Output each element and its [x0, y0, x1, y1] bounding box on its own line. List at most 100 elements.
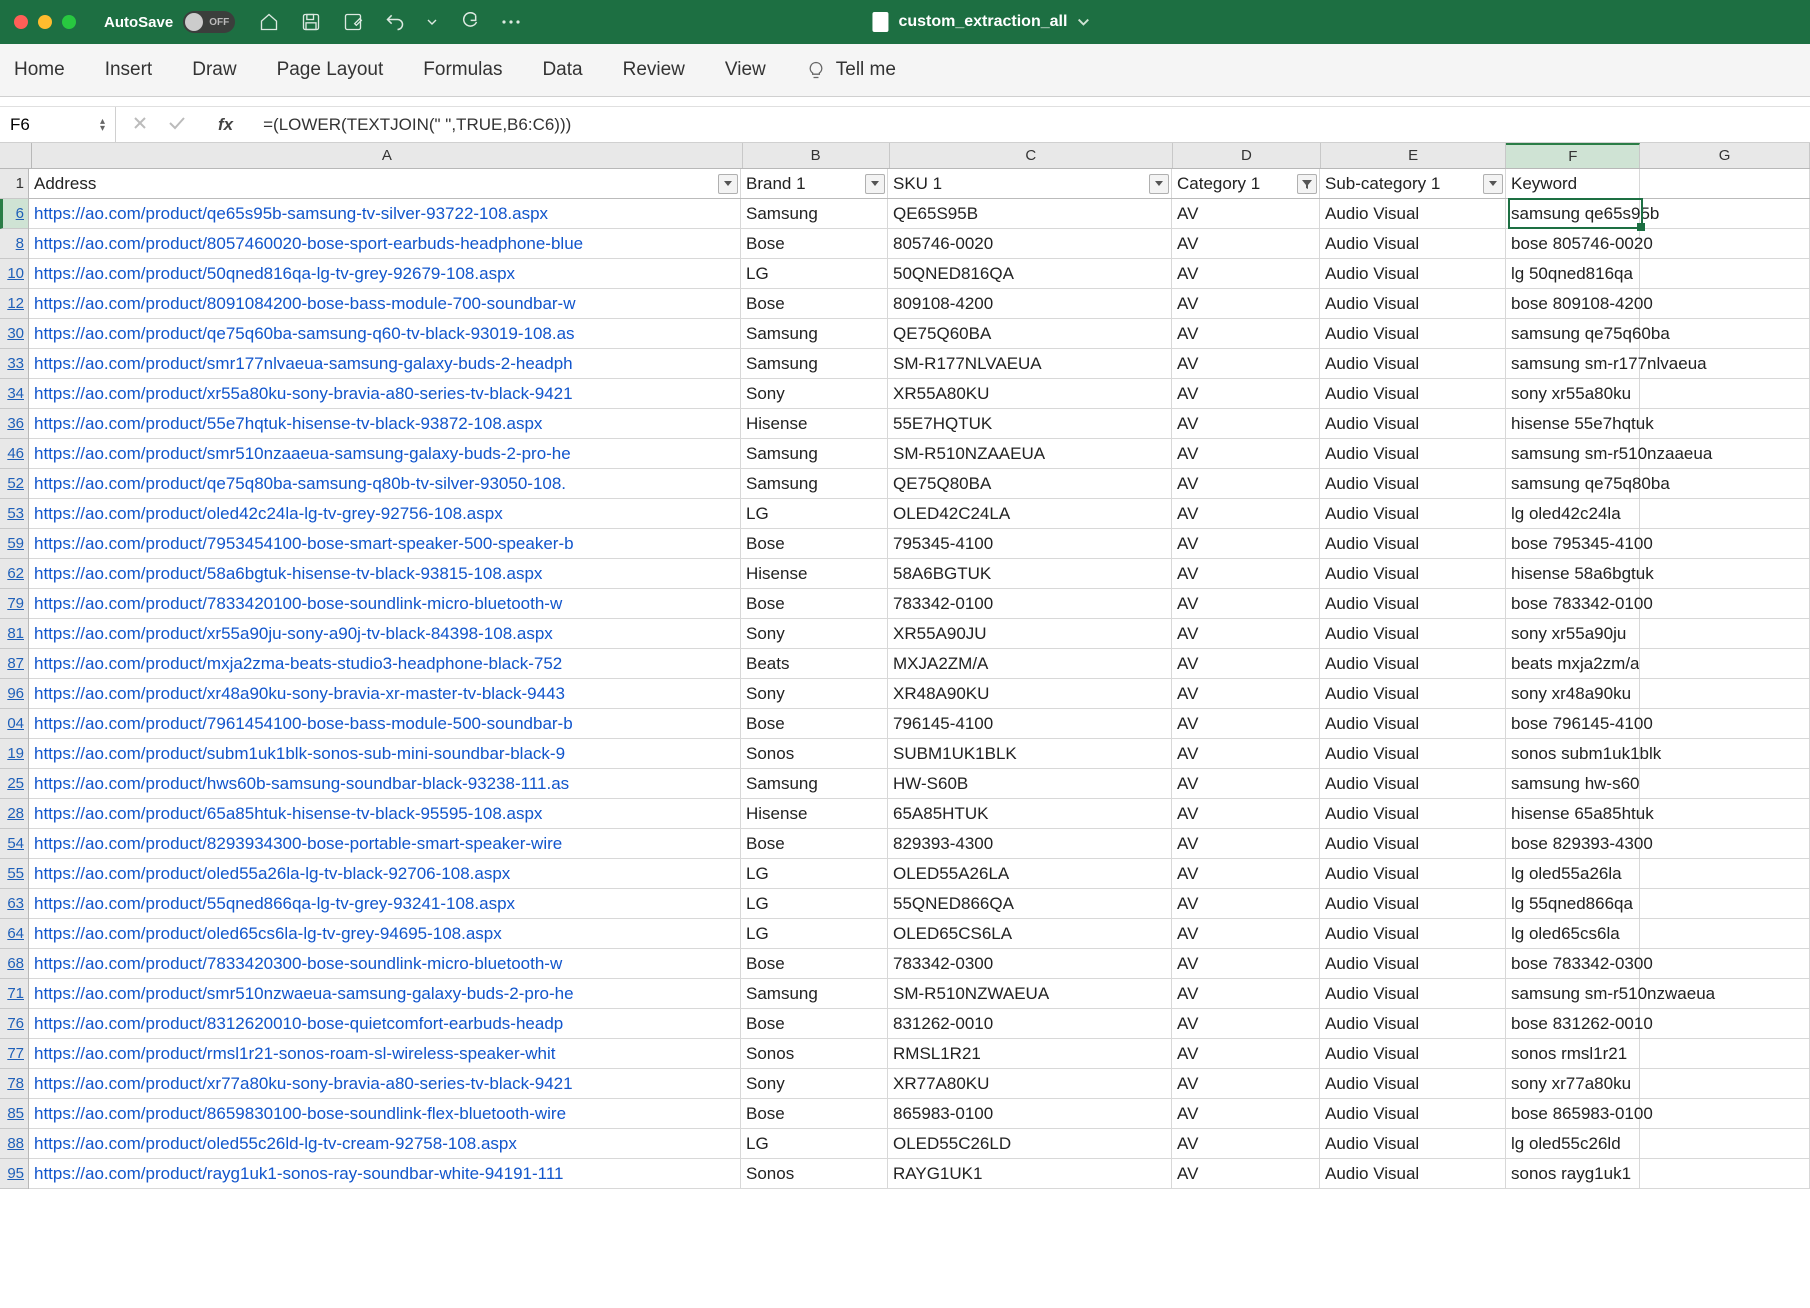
cell-category[interactable]: AV: [1172, 1159, 1320, 1188]
cell-sku[interactable]: 795345-4100: [888, 529, 1172, 558]
cell-address[interactable]: https://ao.com/product/58a6bgtuk-hisense…: [29, 559, 741, 588]
col-header-F[interactable]: F: [1506, 143, 1640, 168]
cell-sku[interactable]: SM-R510NZWAEUA: [888, 979, 1172, 1008]
cell-category[interactable]: AV: [1172, 619, 1320, 648]
cell-keyword[interactable]: bose 795345-4100: [1506, 529, 1640, 558]
cell-brand[interactable]: Hisense: [741, 559, 888, 588]
cell-sku[interactable]: RMSL1R21: [888, 1039, 1172, 1068]
cell-address[interactable]: https://ao.com/product/smr177nlvaeua-sam…: [29, 349, 741, 378]
cell-keyword[interactable]: bose 783342-0300: [1506, 949, 1640, 978]
cell-empty[interactable]: [1640, 949, 1810, 978]
cell-category[interactable]: AV: [1172, 1009, 1320, 1038]
cell-empty[interactable]: [1640, 499, 1810, 528]
cell-empty[interactable]: [1640, 1039, 1810, 1068]
cell-subcategory[interactable]: Audio Visual: [1320, 259, 1506, 288]
cell-subcategory[interactable]: Audio Visual: [1320, 919, 1506, 948]
header-cell[interactable]: Address: [29, 169, 741, 198]
cell-keyword[interactable]: sonos subm1uk1blk: [1506, 739, 1640, 768]
accept-formula-icon[interactable]: [168, 115, 186, 135]
cell-address[interactable]: https://ao.com/product/subm1uk1blk-sonos…: [29, 739, 741, 768]
cell-keyword[interactable]: hisense 65a85htuk: [1506, 799, 1640, 828]
cell-empty[interactable]: [1640, 589, 1810, 618]
tab-insert[interactable]: Insert: [105, 59, 153, 81]
cell-category[interactable]: AV: [1172, 919, 1320, 948]
cell-category[interactable]: AV: [1172, 379, 1320, 408]
cell-brand[interactable]: LG: [741, 499, 888, 528]
cell-sku[interactable]: QE65S95B: [888, 199, 1172, 228]
cell-category[interactable]: AV: [1172, 469, 1320, 498]
cell-address[interactable]: https://ao.com/product/xr48a90ku-sony-br…: [29, 679, 741, 708]
cell-sku[interactable]: OLED42C24LA: [888, 499, 1172, 528]
filter-dropdown-icon[interactable]: [718, 174, 738, 194]
header-cell[interactable]: Category 1: [1172, 169, 1320, 198]
save-icon[interactable]: [301, 12, 321, 32]
cell-keyword[interactable]: sony xr48a90ku: [1506, 679, 1640, 708]
cell-address[interactable]: https://ao.com/product/65a85htuk-hisense…: [29, 799, 741, 828]
cell-sku[interactable]: 829393-4300: [888, 829, 1172, 858]
cell-subcategory[interactable]: Audio Visual: [1320, 889, 1506, 918]
row-header[interactable]: 64: [0, 919, 28, 949]
cell-empty[interactable]: [1640, 739, 1810, 768]
cell-empty[interactable]: [1640, 829, 1810, 858]
cell-keyword[interactable]: lg oled55c26ld: [1506, 1129, 1640, 1158]
cell-sku[interactable]: SM-R510NZAAEUA: [888, 439, 1172, 468]
row-header[interactable]: 36: [0, 409, 28, 439]
cell-empty[interactable]: [1640, 259, 1810, 288]
cell-sku[interactable]: 796145-4100: [888, 709, 1172, 738]
cell-address[interactable]: https://ao.com/product/55e7hqtuk-hisense…: [29, 409, 741, 438]
cell-keyword[interactable]: bose 831262-0010: [1506, 1009, 1640, 1038]
cell-keyword[interactable]: samsung qe75q60ba: [1506, 319, 1640, 348]
cell-empty[interactable]: [1640, 289, 1810, 318]
cell-keyword[interactable]: samsung qe75q80ba: [1506, 469, 1640, 498]
cell-subcategory[interactable]: Audio Visual: [1320, 829, 1506, 858]
cell-keyword[interactable]: bose 783342-0100: [1506, 589, 1640, 618]
autosave-toggle[interactable]: OFF: [183, 11, 235, 33]
cell-address[interactable]: https://ao.com/product/oled65cs6la-lg-tv…: [29, 919, 741, 948]
tab-formulas[interactable]: Formulas: [423, 59, 502, 81]
maximize-window-icon[interactable]: [62, 15, 76, 29]
cell-brand[interactable]: Bose: [741, 709, 888, 738]
row-header[interactable]: 19: [0, 739, 28, 769]
row-header[interactable]: 46: [0, 439, 28, 469]
cell-empty[interactable]: [1640, 229, 1810, 258]
cell-address[interactable]: https://ao.com/product/55qned866qa-lg-tv…: [29, 889, 741, 918]
row-header[interactable]: 34: [0, 379, 28, 409]
cell-empty[interactable]: [1640, 1159, 1810, 1188]
header-cell[interactable]: Keyword: [1506, 169, 1640, 198]
cell-address[interactable]: https://ao.com/product/8659830100-bose-s…: [29, 1099, 741, 1128]
tab-review[interactable]: Review: [623, 59, 685, 81]
cell-category[interactable]: AV: [1172, 679, 1320, 708]
cell-brand[interactable]: Beats: [741, 649, 888, 678]
cell-category[interactable]: AV: [1172, 889, 1320, 918]
cell-empty[interactable]: [1640, 1099, 1810, 1128]
row-header[interactable]: 77: [0, 1039, 28, 1069]
col-header-B[interactable]: B: [743, 143, 890, 168]
cell-address[interactable]: https://ao.com/product/8091084200-bose-b…: [29, 289, 741, 318]
cell-subcategory[interactable]: Audio Visual: [1320, 1099, 1506, 1128]
cell-category[interactable]: AV: [1172, 1099, 1320, 1128]
cell-category[interactable]: AV: [1172, 979, 1320, 1008]
cell-brand[interactable]: LG: [741, 889, 888, 918]
cell-category[interactable]: AV: [1172, 799, 1320, 828]
cell-category[interactable]: AV: [1172, 949, 1320, 978]
filter-dropdown-icon[interactable]: [1483, 174, 1503, 194]
cell-keyword[interactable]: samsung sm-r177nlvaeua: [1506, 349, 1640, 378]
cell-category[interactable]: AV: [1172, 769, 1320, 798]
cell-empty[interactable]: [1640, 1009, 1810, 1038]
cell-category[interactable]: AV: [1172, 1069, 1320, 1098]
undo-dropdown-icon[interactable]: [427, 17, 437, 27]
cell-sku[interactable]: 809108-4200: [888, 289, 1172, 318]
cell-address[interactable]: https://ao.com/product/oled55c26ld-lg-tv…: [29, 1129, 741, 1158]
cell-category[interactable]: AV: [1172, 829, 1320, 858]
cell-address[interactable]: https://ao.com/product/qe75q60ba-samsung…: [29, 319, 741, 348]
row-header[interactable]: 04: [0, 709, 28, 739]
cell-brand[interactable]: LG: [741, 919, 888, 948]
row-header[interactable]: 54: [0, 829, 28, 859]
close-window-icon[interactable]: [14, 15, 28, 29]
cell-empty[interactable]: [1640, 859, 1810, 888]
cell-address[interactable]: https://ao.com/product/50qned816qa-lg-tv…: [29, 259, 741, 288]
cell-brand[interactable]: Sonos: [741, 739, 888, 768]
cell-category[interactable]: AV: [1172, 229, 1320, 258]
cell-category[interactable]: AV: [1172, 349, 1320, 378]
save-as-icon[interactable]: [343, 12, 363, 32]
